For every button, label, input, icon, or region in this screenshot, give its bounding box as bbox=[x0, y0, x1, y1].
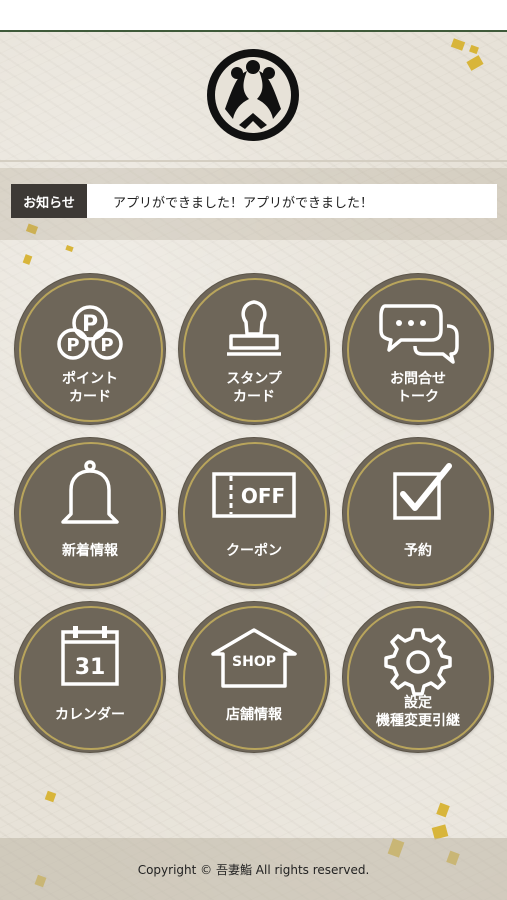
calendar-button[interactable]: 31 カレンダー bbox=[15, 602, 165, 752]
stamp-card-button[interactable]: スタンプ カード bbox=[179, 274, 329, 424]
coupon-label: クーポン bbox=[226, 543, 282, 559]
calendar-label: カレンダー bbox=[55, 707, 125, 723]
bell-icon bbox=[61, 460, 119, 524]
reservation-label: 予約 bbox=[404, 543, 432, 559]
checkbox-icon bbox=[393, 463, 452, 520]
calendar-icon-text: 31 bbox=[75, 655, 106, 680]
svg-text:P: P bbox=[82, 312, 98, 337]
point-card-button[interactable]: P P P ポイント カード bbox=[15, 274, 165, 424]
inquiry-talk-label: お問合せ トーク bbox=[390, 371, 446, 405]
svg-text:P: P bbox=[100, 335, 113, 356]
coupon-icon: OFF bbox=[212, 472, 296, 518]
inquiry-talk-button[interactable]: お問合せ トーク bbox=[343, 274, 493, 424]
svg-text:P: P bbox=[66, 335, 79, 356]
reservation-button[interactable]: 予約 bbox=[343, 438, 493, 588]
news-button[interactable]: 新着情報 bbox=[15, 438, 165, 588]
menu-grid: P P P ポイント カード スタンプ カード お問合せ トーク 新着情報 OF… bbox=[0, 0, 507, 900]
stamp-card-label: スタンプ カード bbox=[226, 371, 282, 405]
calendar-icon: 31 bbox=[61, 626, 119, 686]
news-label: 新着情報 bbox=[62, 543, 118, 559]
copyright-text: Copyright © 吾妻鮨 All rights reserved. bbox=[137, 863, 370, 877]
shop-icon: SHOP bbox=[211, 628, 297, 688]
coupon-button[interactable]: OFF クーポン bbox=[179, 438, 329, 588]
coupon-icon-text: OFF bbox=[241, 484, 285, 508]
shop-info-label: 店舗情報 bbox=[226, 707, 282, 723]
shop-icon-text: SHOP bbox=[232, 654, 276, 670]
point-card-label: ポイント カード bbox=[62, 371, 118, 405]
settings-label: 設定 機種変更引継 bbox=[376, 695, 460, 729]
shop-info-button[interactable]: SHOP 店舗情報 bbox=[179, 602, 329, 752]
settings-button[interactable]: 設定 機種変更引継 bbox=[343, 602, 493, 752]
